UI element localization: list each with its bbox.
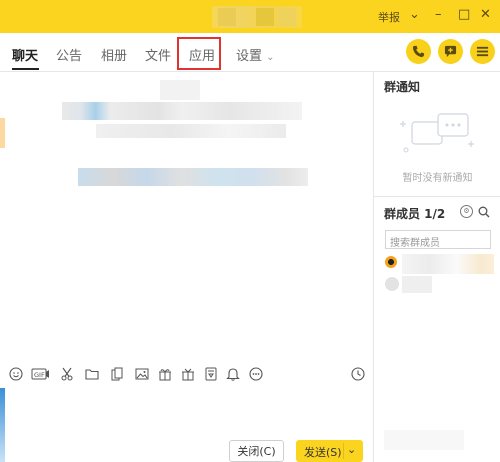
gif-icon[interactable]: GIF: [31, 367, 50, 381]
title-bar: 举报 ⌄ – □ ✕: [0, 0, 500, 33]
active-tab-underline: [12, 68, 39, 70]
tab-album[interactable]: 相册: [101, 45, 127, 64]
shake-icon[interactable]: [204, 367, 218, 381]
tab-settings[interactable]: 设置 ⌄: [236, 45, 275, 64]
member-avatar[interactable]: [385, 256, 397, 268]
input-toolbar: GIF: [0, 362, 373, 386]
blurred-message: [96, 124, 286, 138]
send-button[interactable]: 发送(S) ⌄: [296, 440, 363, 462]
divider: [374, 196, 500, 197]
add-chat-icon: [444, 45, 457, 58]
group-notice-title: 群通知: [384, 80, 421, 94]
blurred-member-name: [402, 254, 494, 274]
member-search-input[interactable]: 搜索群成员: [385, 230, 491, 249]
gift-box-icon[interactable]: [158, 367, 172, 381]
blurred-message: [78, 168, 308, 186]
report-link[interactable]: 举报: [378, 9, 400, 25]
group-name-blurred: [212, 6, 302, 28]
highlight-box: [177, 37, 221, 70]
group-sidebar: 群通知 暂时没有新通知 群成员 1/2 ⚙ 搜索群成员: [373, 72, 500, 462]
chevron-down-icon[interactable]: ⌄: [347, 443, 356, 456]
close-button[interactable]: 关闭(C): [229, 440, 284, 462]
send-button-label: 发送(S): [304, 446, 342, 459]
chat-area[interactable]: [0, 72, 373, 362]
doc-icon[interactable]: [110, 367, 124, 381]
blurred-message: [62, 102, 302, 120]
empty-notice-icon: [400, 113, 474, 153]
more-icon: [476, 46, 489, 57]
menu-chevron-icon[interactable]: ⌄: [409, 7, 420, 22]
blurred-area: [384, 430, 464, 450]
tab-chat[interactable]: 聊天: [12, 45, 38, 64]
blurred-member-name: [402, 276, 432, 293]
tab-announcement[interactable]: 公告: [56, 45, 82, 64]
phone-button[interactable]: [406, 39, 431, 64]
close-icon[interactable]: ✕: [480, 7, 491, 22]
phone-icon: [412, 45, 425, 58]
blurred-message: [160, 80, 200, 100]
history-clock-icon[interactable]: [351, 367, 365, 381]
chevron-down-icon: ⌄: [266, 52, 275, 63]
maximize-icon[interactable]: □: [458, 7, 470, 22]
manage-members-icon[interactable]: ⚙: [460, 205, 473, 218]
minimize-icon[interactable]: –: [435, 7, 442, 22]
more-icon[interactable]: [249, 367, 263, 381]
members-title: 群成员 1/2: [384, 207, 446, 221]
tab-files[interactable]: 文件: [145, 45, 171, 64]
emoji-icon[interactable]: [9, 367, 23, 381]
add-chat-button[interactable]: [438, 39, 463, 64]
gift-icon[interactable]: [181, 367, 195, 381]
search-icon[interactable]: [478, 206, 490, 218]
bell-icon[interactable]: [226, 367, 240, 381]
folder-icon[interactable]: [85, 367, 99, 381]
more-button[interactable]: [470, 39, 495, 64]
svg-text:GIF: GIF: [34, 371, 45, 379]
image-icon[interactable]: [135, 367, 149, 381]
tab-settings-label: 设置: [236, 49, 263, 64]
scissors-icon[interactable]: [60, 367, 74, 381]
divider: [343, 443, 344, 459]
no-notice-text: 暂时没有新通知: [402, 173, 473, 184]
member-avatar[interactable]: [385, 277, 399, 291]
